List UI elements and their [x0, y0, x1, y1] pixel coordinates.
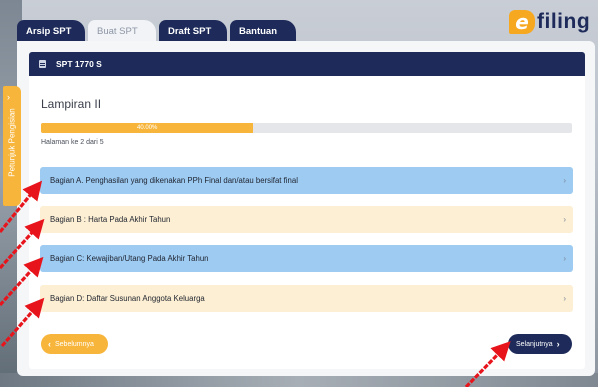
section-label: Bagian B : Harta Pada Akhir Tahun — [50, 215, 171, 224]
previous-button[interactable]: ‹ Sebelumnya — [41, 334, 108, 354]
guide-label: Petunjuk Pengisian — [7, 108, 17, 177]
panel-header: SPT 1770 S — [29, 52, 585, 76]
tab-buat-spt[interactable]: Buat SPT — [88, 20, 156, 42]
efiling-logo: e filing — [509, 8, 590, 36]
guide-side-tab[interactable]: › Petunjuk Pengisian — [3, 86, 21, 206]
chevron-right-icon: › — [556, 339, 560, 349]
progress-bar: 40.00% — [41, 123, 572, 133]
document-icon — [39, 60, 46, 68]
main-tabs: Arsip SPT Buat SPT Draft SPT Bantuan — [17, 20, 299, 42]
section-label: Bagian A. Penghasilan yang dikenakan PPh… — [50, 176, 298, 185]
tab-arsip-spt[interactable]: Arsip SPT — [17, 20, 85, 42]
page-count: Halaman ke 2 dari 5 — [41, 139, 104, 146]
tab-draft-spt[interactable]: Draft SPT — [159, 20, 227, 42]
chevron-right-icon: › — [563, 254, 566, 263]
section-label: Bagian C: Kewajiban/Utang Pada Akhir Tah… — [50, 254, 209, 263]
chevron-right-icon: › — [563, 294, 566, 303]
section-label: Bagian D: Daftar Susunan Anggota Keluarg… — [50, 294, 205, 303]
page-title: Lampiran II — [41, 97, 102, 111]
section-d-row[interactable]: Bagian D: Daftar Susunan Anggota Keluarg… — [40, 285, 573, 312]
logo-mark: e — [509, 10, 535, 34]
chevron-right-icon: › — [563, 176, 566, 185]
next-button[interactable]: Selanjutnya › — [508, 334, 572, 354]
section-a-row[interactable]: Bagian A. Penghasilan yang dikenakan PPh… — [40, 167, 573, 194]
chevron-right-icon: › — [563, 215, 566, 224]
chevron-left-icon: ‹ — [48, 339, 51, 349]
section-b-row[interactable]: Bagian B : Harta Pada Akhir Tahun › — [40, 206, 573, 233]
logo-text: filing — [537, 10, 591, 33]
tab-bantuan[interactable]: Bantuan — [230, 20, 296, 42]
form-panel: SPT 1770 S Lampiran II 40.00% Halaman ke… — [29, 52, 585, 369]
form-type-label: SPT 1770 S — [56, 59, 102, 69]
next-label: Selanjutnya — [516, 340, 553, 348]
progress-label: 40.00% — [137, 125, 158, 131]
previous-label: Sebelumnya — [55, 340, 94, 348]
section-c-row[interactable]: Bagian C: Kewajiban/Utang Pada Akhir Tah… — [40, 245, 573, 272]
progress-fill: 40.00% — [41, 123, 254, 133]
